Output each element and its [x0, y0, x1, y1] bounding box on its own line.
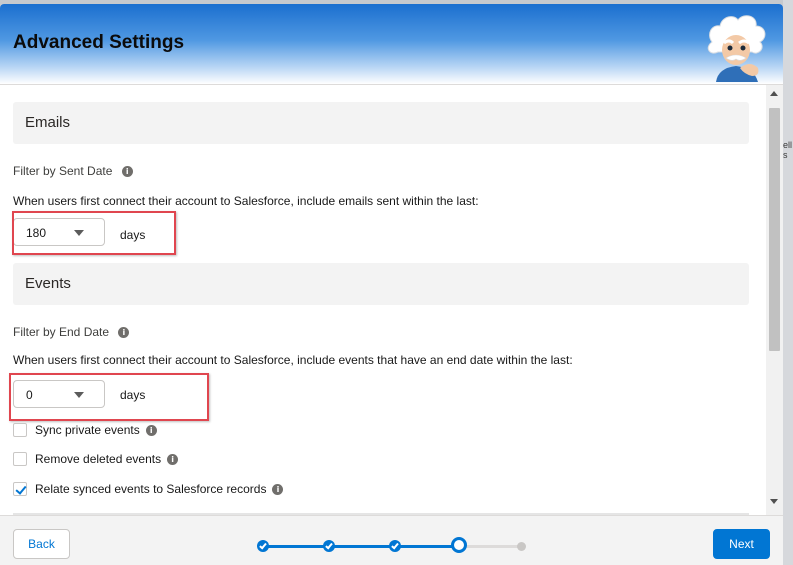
back-button[interactable]: Back: [13, 529, 70, 559]
highlight-box: [12, 211, 176, 255]
next-button[interactable]: Next: [713, 529, 770, 559]
info-icon[interactable]: i: [118, 327, 130, 339]
progress-bar-complete: [261, 545, 456, 548]
progress-indicator: [255, 537, 530, 554]
info-icon[interactable]: i: [145, 425, 157, 437]
emails-description: When users first connect their account t…: [13, 194, 479, 208]
emails-section-header: Emails: [13, 102, 749, 144]
emails-section-title: Emails: [25, 114, 71, 131]
checkbox-label: Remove deleted events i: [35, 452, 179, 466]
emails-filter-label-row: Filter by Sent Date i: [13, 164, 133, 178]
einstein-mascot-icon: [707, 15, 766, 82]
info-icon[interactable]: i: [167, 454, 179, 466]
background-page-edge: ell s: [783, 0, 793, 565]
modal-content: Emails Filter by Sent Date i When users …: [0, 85, 766, 515]
info-icon[interactable]: i: [272, 484, 284, 496]
checkbox-checked[interactable]: [13, 482, 27, 496]
scroll-thumb[interactable]: [769, 108, 780, 351]
progress-bar-remaining: [458, 545, 521, 548]
progress-step-3[interactable]: [389, 540, 401, 552]
scroll-down-icon[interactable]: [770, 499, 778, 504]
background-peek-text: ell s: [783, 140, 793, 160]
checkbox-label: Sync private events i: [35, 423, 157, 437]
content-scrollbar[interactable]: [766, 85, 783, 515]
info-icon[interactable]: i: [121, 166, 133, 178]
events-filter-label: Filter by End Date: [13, 325, 110, 339]
checkbox-label: Relate synced events to Salesforce recor…: [35, 482, 284, 496]
modal-title: Advanced Settings: [13, 32, 185, 53]
advanced-settings-modal: Advanced Settings Emails Filter by Sent …: [0, 4, 783, 565]
events-filter-label-row: Filter by End Date i: [13, 325, 130, 339]
scroll-up-icon[interactable]: [770, 91, 778, 96]
events-description: When users first connect their account t…: [13, 353, 573, 367]
progress-step-5[interactable]: [517, 542, 526, 551]
modal-footer: Back Next: [0, 515, 783, 565]
progress-step-1[interactable]: [257, 540, 269, 552]
events-section-header: Events: [13, 263, 749, 305]
checkbox[interactable]: [13, 423, 27, 437]
modal-header: Advanced Settings: [0, 4, 783, 85]
emails-filter-label: Filter by Sent Date: [13, 164, 113, 178]
checkbox[interactable]: [13, 452, 27, 466]
highlight-box: [9, 373, 209, 421]
progress-step-2[interactable]: [323, 540, 335, 552]
events-section-title: Events: [25, 275, 71, 292]
progress-step-4[interactable]: [451, 537, 467, 553]
